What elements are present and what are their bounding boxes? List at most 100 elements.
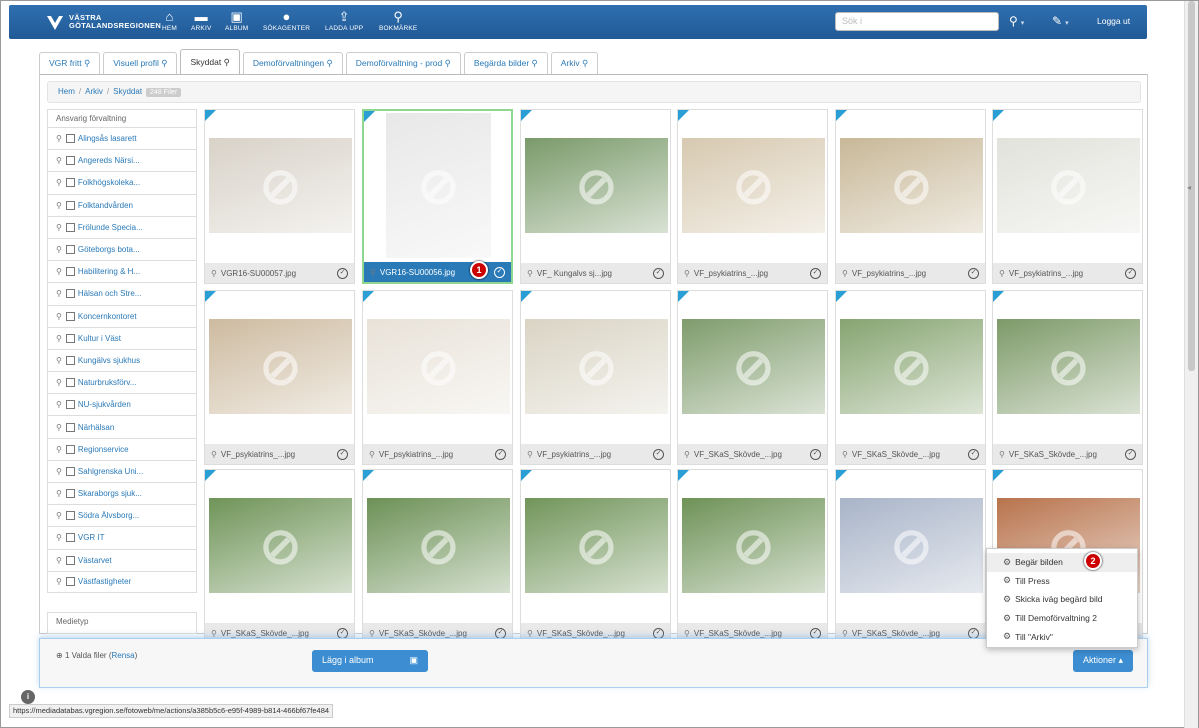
image-card[interactable]: ⊘ ⚲VF_SKaS_Skövde_...jpg ✓ [204, 469, 355, 644]
filter-item[interactable]: ⚲ Frölunde Specia... [47, 215, 197, 238]
image-card[interactable]: ⊘ ⚲ VF_psykiatrins_...jpg ✓ [677, 109, 828, 284]
tools-button[interactable]: ✎ ▾ [1052, 14, 1069, 28]
tab-arkiv[interactable]: Arkiv ⚲ [550, 52, 599, 74]
select-check-icon[interactable]: ✓ [968, 267, 979, 279]
select-check-icon[interactable]: ✓ [494, 266, 505, 278]
filter-item[interactable]: ⚲ Naturbruksförv... [47, 371, 197, 394]
image-thumbnail[interactable]: ⊘ [682, 498, 825, 593]
filter-checkbox[interactable] [65, 400, 75, 410]
select-check-icon[interactable]: ✓ [653, 448, 664, 460]
image-thumbnail[interactable]: ⊘ [840, 498, 983, 593]
filter-checkbox[interactable] [65, 156, 75, 166]
add-to-album-button[interactable]: Lägg i album ▣ [312, 650, 428, 672]
filter-item[interactable]: ⚲ Skaraborgs sjuk... [47, 482, 197, 505]
image-thumbnail[interactable]: ⊘ [209, 319, 352, 414]
menu-item-till-demoforvaltning-2[interactable]: ⚙ Till Demoförvaltning 2 [987, 609, 1137, 628]
tab-vgr-fritt[interactable]: VGR fritt ⚲ [39, 52, 101, 74]
filter-checkbox[interactable] [65, 267, 75, 277]
nav-album[interactable]: ▣ ALBUM [225, 9, 248, 32]
select-check-icon[interactable]: ✓ [968, 448, 979, 460]
filter-checkbox[interactable] [65, 444, 75, 454]
select-check-icon[interactable]: ✓ [337, 267, 348, 279]
select-check-icon[interactable]: ✓ [495, 448, 506, 460]
image-card[interactable]: ⊘ ⚲ VF_psykiatrins_...jpg ✓ [520, 290, 671, 465]
image-thumbnail[interactable]: ⊘ [525, 138, 668, 233]
filter-checkbox[interactable] [65, 245, 75, 255]
image-thumbnail[interactable]: ⊘ [525, 498, 668, 593]
breadcrumb-home[interactable]: Hem [58, 87, 75, 96]
filter-item[interactable]: ⚲ Västarvet [47, 548, 197, 571]
filter-item[interactable]: ⚲ VGR IT [47, 526, 197, 549]
image-card[interactable]: ⊘ ⚲ VF_ Kungalvs sj...jpg ✓ [520, 109, 671, 284]
filter-item[interactable]: ⚲ Kungälvs sjukhus [47, 348, 197, 372]
filter-checkbox[interactable] [65, 577, 75, 587]
image-thumbnail[interactable]: ⊘ [209, 498, 352, 593]
filter-item[interactable]: ⚲ Hälsan och Stre... [47, 282, 197, 305]
clear-selection-link[interactable]: Rensa [111, 651, 134, 660]
search-input[interactable]: Sök i [835, 12, 999, 31]
breadcrumb-archive[interactable]: Arkiv [85, 87, 103, 96]
vgr-logo[interactable]: VÄSTRA GÖTALANDSREGIONEN [45, 12, 161, 32]
filter-item[interactable]: ⚲ Alingsås lasarett [47, 127, 197, 150]
info-icon[interactable]: i [21, 690, 35, 704]
page-scrollbar[interactable]: ◂ [1184, 1, 1198, 728]
tab-demoforvaltningen[interactable]: Demoförvaltningen ⚲ [242, 52, 343, 74]
image-thumbnail[interactable]: ⊘ [997, 138, 1140, 233]
search-button[interactable]: ⚲ ▾ [1009, 14, 1024, 28]
image-thumbnail[interactable]: ⊘ [682, 319, 825, 414]
select-check-icon[interactable]: ✓ [653, 267, 664, 279]
menu-item-skicka-begard-bild[interactable]: ⚙ Skicka iväg begärd bild [987, 590, 1137, 609]
actions-button[interactable]: Aktioner ▴ [1073, 650, 1134, 672]
filter-item[interactable]: ⚲ Göteborgs bota... [47, 237, 197, 261]
image-card[interactable]: ⊘ ⚲ VF_psykiatrins_...jpg ✓ [992, 109, 1143, 284]
image-card[interactable]: ⊘ ⚲VF_SKaS_Skövde_...jpg ✓ [520, 469, 671, 644]
select-check-icon[interactable]: ✓ [495, 627, 506, 639]
filter-item[interactable]: ⚲ Regionservice [47, 437, 197, 460]
filter-item[interactable]: ⚲ Angereds Närsi... [47, 149, 197, 172]
menu-item-begar-bilden[interactable]: ⚙ Begär bilden [987, 553, 1137, 572]
nav-archive[interactable]: ▬ ARKIV [191, 9, 212, 32]
menu-item-till-press[interactable]: ⚙ Till Press [987, 572, 1137, 591]
image-card[interactable]: ⊘ ⚲VF_SKaS_Skövde_...jpg ✓ [677, 469, 828, 644]
breadcrumb-skyddat[interactable]: Skyddat [113, 87, 142, 96]
image-card[interactable]: ⊘ ⚲ VF_psykiatrins_...jpg ✓ [362, 290, 513, 465]
filter-item[interactable]: ⚲ Habilitering & H... [47, 260, 197, 283]
image-card[interactable]: ⊘ ⚲VF_SKaS_Skövde_...jpg ✓ [835, 469, 986, 644]
filter-checkbox[interactable] [65, 466, 75, 476]
image-card[interactable]: ⊘ ⚲VF_SKaS_Skövde_...jpg ✓ [992, 290, 1143, 465]
filter-checkbox[interactable] [65, 378, 75, 388]
filter-item[interactable]: ⚲ NU-sjukvården [47, 393, 197, 416]
filter-checkbox[interactable] [65, 422, 75, 432]
filter-checkbox[interactable] [65, 355, 75, 365]
logout-link[interactable]: Logga ut [1097, 16, 1130, 26]
nav-home[interactable]: ⌂ HEM [162, 9, 177, 32]
select-check-icon[interactable]: ✓ [1125, 448, 1136, 460]
filter-checkbox[interactable] [65, 333, 75, 343]
filter-item[interactable]: ⚲ Folktandvården [47, 193, 197, 216]
image-thumbnail[interactable]: ⊘ [386, 113, 491, 258]
image-thumbnail[interactable]: ⊘ [367, 319, 510, 414]
filter-checkbox[interactable] [65, 222, 75, 232]
nav-bookmark[interactable]: ⚲ BOKMÄRKE [379, 9, 417, 32]
filter-checkbox[interactable] [65, 178, 75, 188]
filter-checkbox[interactable] [65, 311, 75, 321]
tab-begarda-bilder[interactable]: Begärda bilder ⚲ [463, 52, 548, 74]
select-check-icon[interactable]: ✓ [337, 627, 348, 639]
image-card[interactable]: ⊘ ⚲ VGR16-SU00057.jpg ✓ [204, 109, 355, 284]
filter-item[interactable]: ⚲ Sahlgrenska Uni... [47, 459, 197, 482]
tab-visuell-profil[interactable]: Visuell profil ⚲ [103, 52, 178, 74]
image-card[interactable]: ⊘ ⚲VF_SKaS_Skövde_...jpg ✓ [677, 290, 828, 465]
select-check-icon[interactable]: ✓ [653, 627, 664, 639]
image-thumbnail[interactable]: ⊘ [840, 138, 983, 233]
image-card[interactable]: ⊘ ⚲ VF_psykiatrins_...jpg ✓ [204, 290, 355, 465]
image-thumbnail[interactable]: ⊘ [367, 498, 510, 593]
tab-skyddat[interactable]: Skyddat ⚲ [180, 49, 240, 74]
image-thumbnail[interactable]: ⊘ [209, 138, 352, 233]
image-thumbnail[interactable]: ⊘ [997, 319, 1140, 414]
image-card[interactable]: ⊘ ⚲ VGR16-SU00056.jpg ✓ [362, 109, 513, 284]
filter-checkbox[interactable] [65, 555, 75, 565]
image-thumbnail[interactable]: ⊘ [525, 319, 668, 414]
image-thumbnail[interactable]: ⊘ [840, 319, 983, 414]
tab-demoforvaltning-prod[interactable]: Demoförvaltning - prod ⚲ [345, 52, 461, 74]
filter-item[interactable]: ⚲ Västfastigheter [47, 570, 197, 593]
